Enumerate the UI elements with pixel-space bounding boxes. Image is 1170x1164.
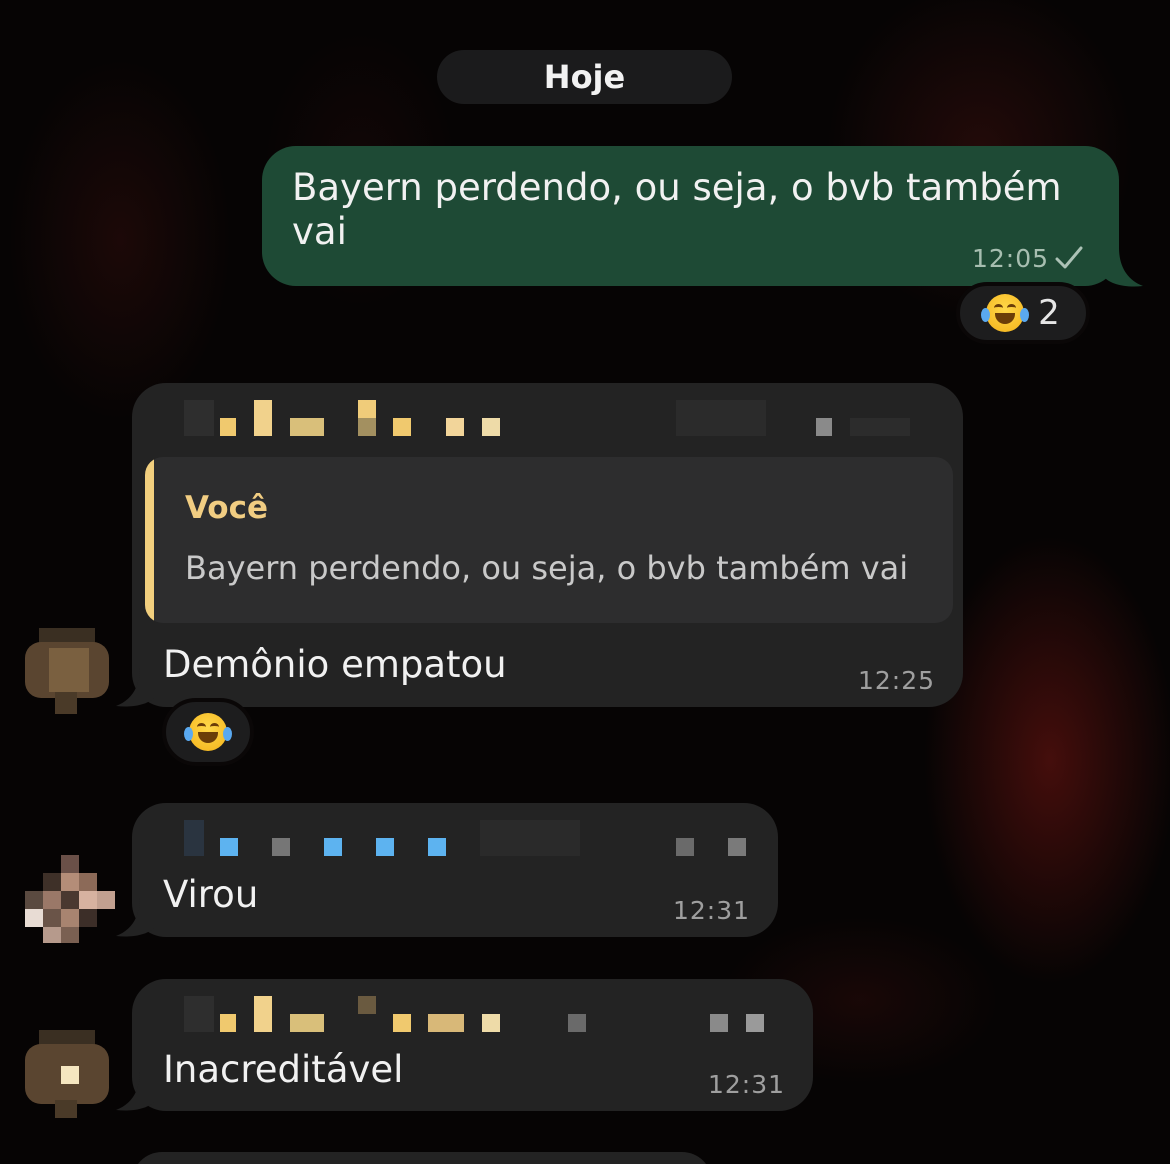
message-time: 12:31 <box>708 1070 786 1099</box>
message-reaction[interactable] <box>162 698 254 766</box>
message-time: 12:31 <box>673 896 751 925</box>
message-text: Virou <box>163 873 259 916</box>
incoming-bubble-tail <box>116 898 154 937</box>
date-separator-label: Hoje <box>543 58 626 96</box>
outgoing-bubble-tail <box>1105 248 1143 287</box>
chat-view: Hoje Bayern perdendo, ou seja, o bvb tam… <box>0 0 1170 1164</box>
message-time: 12:05 <box>972 244 1050 273</box>
incoming-message-partial[interactable] <box>132 1152 712 1164</box>
quote-text: Bayern perdendo, ou seja, o bvb também v… <box>185 549 909 587</box>
laughing-tears-emoji-icon <box>981 294 1030 332</box>
date-separator: Hoje <box>437 50 732 104</box>
incoming-bubble-tail <box>116 668 154 707</box>
message-text: Demônio empatou <box>163 643 507 686</box>
message-text: Inacreditável <box>163 1048 404 1091</box>
sent-check-icon <box>1055 246 1083 269</box>
avatar[interactable] <box>25 628 115 718</box>
message-text-line-2: vai <box>292 210 347 253</box>
incoming-bubble-tail <box>116 1072 154 1111</box>
message-text-line-1: Bayern perdendo, ou seja, o bvb também <box>292 166 1062 209</box>
avatar[interactable] <box>25 855 115 945</box>
laughing-tears-emoji-icon <box>184 713 232 751</box>
message-time: 12:25 <box>858 666 936 695</box>
reaction-count: 2 <box>1038 293 1060 333</box>
quote-accent-bar <box>145 457 154 623</box>
message-reaction[interactable]: 2 <box>956 282 1090 344</box>
quoted-reply[interactable]: Você Bayern perdendo, ou seja, o bvb tam… <box>145 457 953 623</box>
avatar[interactable] <box>25 1030 115 1120</box>
quote-author: Você <box>185 490 268 526</box>
outgoing-message[interactable]: Bayern perdendo, ou seja, o bvb também v… <box>262 146 1119 286</box>
